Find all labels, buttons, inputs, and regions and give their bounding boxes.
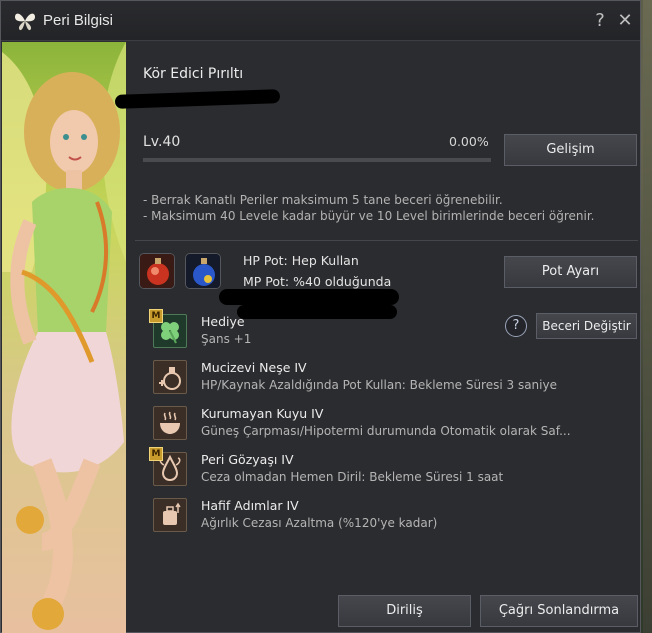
- hp-potion-slot[interactable]: [139, 253, 175, 289]
- potion-plus-icon: [153, 360, 187, 394]
- skill-name: Hafif Adımlar IV: [201, 498, 299, 513]
- revive-button[interactable]: Diriliş: [338, 595, 471, 627]
- fairy-level: Lv.40: [143, 134, 181, 150]
- skill-row[interactable]: Mucizevi Neşe IV HP/Kaynak Azaldığında P…: [153, 358, 613, 398]
- master-badge: M: [149, 309, 163, 323]
- help-button[interactable]: ?: [589, 9, 611, 33]
- skill-row[interactable]: Kurumayan Kuyu IV Güneş Çarpması/Hipoter…: [153, 404, 613, 444]
- window-title: Peri Bilgisi: [43, 12, 114, 29]
- world-edge: [643, 0, 652, 633]
- mp-potion-icon: [186, 254, 220, 288]
- clover-icon: M: [149, 309, 187, 348]
- skill-name: Kurumayan Kuyu IV: [201, 406, 324, 421]
- skill-name: Peri Gözyaşı IV: [201, 452, 294, 467]
- weight-icon: [153, 498, 187, 532]
- skill-description: Güneş Çarpması/Hipotermi durumunda Otoma…: [201, 424, 571, 438]
- skill-description: HP/Kaynak Azaldığında Pot Kullan: Beklem…: [201, 378, 557, 392]
- bowl-icon: [153, 406, 187, 440]
- xp-percent: 0.00%: [449, 134, 489, 149]
- divider: [135, 240, 638, 241]
- grow-button[interactable]: Gelişim: [504, 134, 637, 166]
- fairy-portrait: [2, 42, 126, 633]
- skill-row[interactable]: Hafif Adımlar IV Ağırlık Cezası Azaltma …: [153, 496, 613, 536]
- skill-name: Hediye: [201, 314, 245, 329]
- skill-row[interactable]: M Hediye Şans +1: [149, 309, 613, 352]
- fairy-name: Kör Edici Pırıltı: [143, 66, 244, 82]
- info-line: - Berrak Kanatlı Periler maksimum 5 tane…: [143, 193, 503, 207]
- butterfly-icon: [13, 10, 37, 32]
- mp-potion-setting: MP Pot: %40 olduğunda: [243, 274, 392, 289]
- redaction-mark: [219, 289, 399, 305]
- skill-row[interactable]: M Peri Gözyaşı IV Ceza olmadan Hemen Dir…: [149, 447, 613, 490]
- close-button[interactable]: ✕: [614, 9, 636, 33]
- hp-potion-setting: HP Pot: Hep Kullan: [243, 253, 359, 268]
- redaction-mark: [114, 89, 281, 109]
- tear-icon: M: [149, 447, 187, 486]
- info-line: - Maksimum 40 Levele kadar büyür ve 10 L…: [143, 209, 595, 223]
- skill-description: Ceza olmadan Hemen Diril: Bekleme Süresi…: [201, 470, 504, 484]
- xp-progress-bar: [143, 158, 491, 162]
- skill-name: Mucizevi Neşe IV: [201, 360, 307, 375]
- skill-description: Şans +1: [201, 332, 252, 346]
- fairy-info-panel: Kör Edici Pırıltı Lv.40 0.00% Gelişim - …: [114, 42, 640, 632]
- title-bar[interactable]: Peri Bilgisi ? ✕: [1, 1, 640, 41]
- mp-potion-slot[interactable]: [185, 253, 221, 289]
- master-badge: M: [149, 447, 163, 461]
- potion-settings-button[interactable]: Pot Ayarı: [504, 256, 637, 288]
- dismiss-fairy-button[interactable]: Çağrı Sonlandırma: [480, 595, 638, 627]
- skill-description: Ağırlık Cezası Azaltma (%120'ye kadar): [201, 516, 438, 530]
- fairy-info-window: Peri Bilgisi ? ✕ Kör Edici Pırıltı Lv.40…: [0, 0, 641, 633]
- hp-potion-icon: [140, 254, 174, 288]
